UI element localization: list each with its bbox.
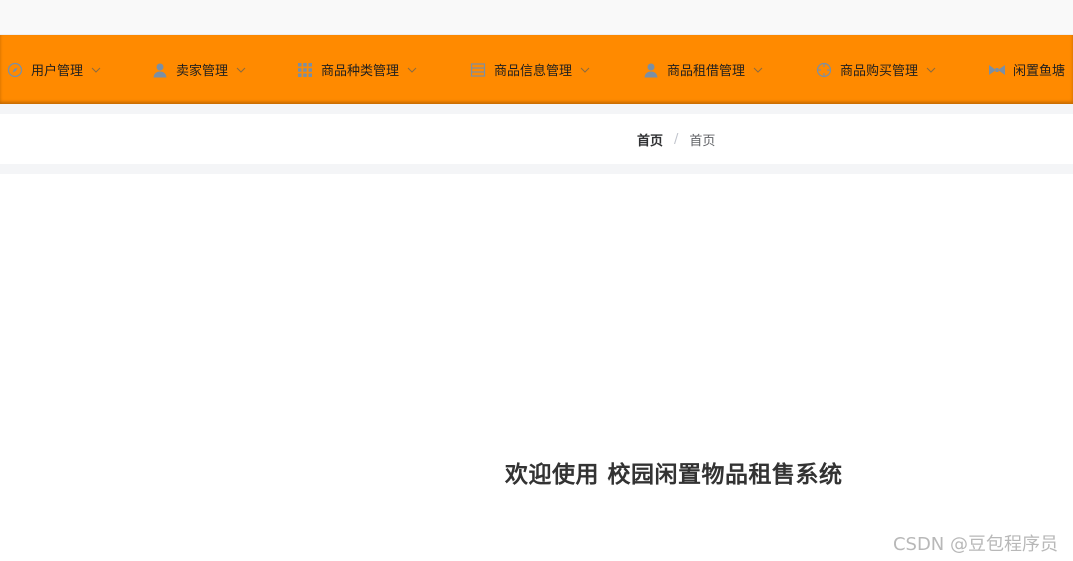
nav-item-label: 用户管理 [31, 64, 84, 79]
nav-item-category-management[interactable]: 商品种类管理 [296, 35, 417, 104]
list-icon [469, 61, 487, 79]
nav-item-label: 卖家管理 [176, 64, 229, 79]
chevron-down-icon [236, 65, 246, 75]
separator-band [0, 104, 1073, 114]
chevron-down-icon [91, 65, 101, 75]
chevron-down-icon [926, 65, 936, 75]
chevron-down-icon [580, 65, 590, 75]
breadcrumb-home-link[interactable]: 首页 [637, 130, 663, 149]
welcome-title: 欢迎使用 校园闲置物品租售系统 [505, 462, 843, 488]
breadcrumb-bar: 首页 / 首页 [0, 114, 1073, 164]
grid-icon [296, 61, 314, 79]
user-icon [642, 61, 660, 79]
nav-item-label: 商品购买管理 [840, 64, 919, 79]
nav-item-label: 商品信息管理 [494, 64, 573, 79]
nav-item-idle-pond[interactable]: 闲置鱼塘 [988, 35, 1065, 104]
nav-item-user-management[interactable]: 用户管理 [6, 35, 101, 104]
breadcrumb-current: 首页 [689, 133, 716, 149]
nav-item-rental-management[interactable]: 商品租借管理 [642, 35, 763, 104]
chevron-down-icon [407, 65, 417, 75]
nav-item-label: 商品种类管理 [321, 64, 400, 79]
chevron-down-icon [753, 65, 763, 75]
nav-item-label: 闲置鱼塘 [1013, 64, 1066, 79]
user-icon [151, 61, 169, 79]
bowtie-icon [988, 61, 1006, 79]
crosshair-icon [815, 61, 833, 79]
breadcrumb: 首页 / 首页 [637, 114, 715, 164]
nav-item-seller-management[interactable]: 卖家管理 [151, 35, 246, 104]
nav-item-purchase-management[interactable]: 商品购买管理 [815, 35, 936, 104]
watermark: CSDN @豆包程序员 [892, 534, 1058, 555]
compass-icon [6, 61, 24, 79]
top-bar [0, 0, 1073, 35]
main-nav: 用户管理 卖家管理 商品种类管理 商品信息管理 商品租借管理 商品购买管理 闲置… [0, 35, 1073, 104]
breadcrumb-separator: / [674, 131, 679, 147]
separator-band [0, 164, 1073, 174]
nav-item-label: 商品租借管理 [667, 64, 746, 79]
nav-item-product-info-management[interactable]: 商品信息管理 [469, 35, 590, 104]
